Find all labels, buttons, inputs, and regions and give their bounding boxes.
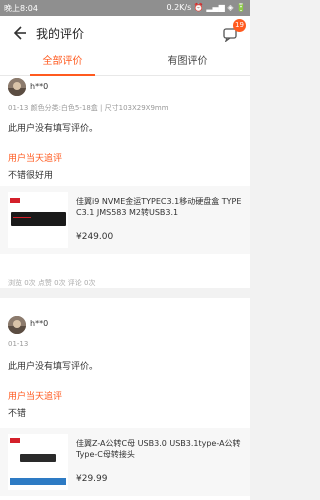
product-price: ¥249.00 xyxy=(76,232,114,242)
review-stats: 浏览 0次 点赞 0次 评论 0次 xyxy=(8,279,96,287)
message-button[interactable]: 19 xyxy=(222,19,246,44)
back-button[interactable] xyxy=(10,24,28,42)
product-price: ¥29.99 xyxy=(76,474,108,484)
review-card: h**0 01-13 颜色分类:白色5-18盒 | 尺寸103X29X9mm 此… xyxy=(0,76,250,288)
followup-text: 不错很好用 xyxy=(8,171,54,181)
user-photo-icon xyxy=(8,316,26,334)
username: h**0 xyxy=(30,82,49,91)
usb-adapter-icon xyxy=(8,434,68,490)
product-name: 佳翼i9 NVME金运TYPEC3.1移动硬盘盒 TYPE C3.1 JMS58… xyxy=(76,197,242,217)
review-tabs: 全部评价 有图评价 xyxy=(0,50,250,76)
review-text: 此用户没有填写评价。 xyxy=(8,124,99,134)
followup-text: 不错 xyxy=(8,409,27,419)
followup-title: 用户当天追评 xyxy=(8,154,63,164)
tab-label: 有图评价 xyxy=(167,56,208,67)
page-title: 我的评价 xyxy=(36,27,85,41)
app-header: 我的评价 19 xyxy=(0,16,250,50)
review-meta: 01-13 xyxy=(8,340,29,348)
message-badge: 19 xyxy=(233,19,246,32)
product-image xyxy=(8,434,68,490)
followup-title: 用户当天追评 xyxy=(8,392,63,402)
tab-all-reviews[interactable]: 全部评价 xyxy=(0,50,125,76)
ssd-enclosure-icon xyxy=(8,192,68,248)
avatar[interactable] xyxy=(8,78,26,96)
username: h**0 xyxy=(30,319,49,328)
tab-label: 全部评价 xyxy=(42,56,83,67)
user-photo-icon xyxy=(8,78,26,96)
review-meta: 01-13 颜色分类:白色5-18盒 | 尺寸103X29X9mm xyxy=(8,104,169,112)
product-image xyxy=(8,192,68,248)
status-time: 晚上8:04 xyxy=(4,4,38,13)
review-text: 此用户没有填写评价。 xyxy=(8,362,99,372)
avatar[interactable] xyxy=(8,316,26,334)
status-bar: 晚上8:04 0.2K/s ⏰ ▂▄▆ ◈ 🔋 xyxy=(0,0,250,16)
review-card: h**0 01-13 此用户没有填写评价。 用户当天追评 不错 佳翼Z-A公转C… xyxy=(0,298,250,500)
product-name: 佳翼Z-A公转C母 USB3.0 USB3.1type-A公转Type-C母转接… xyxy=(76,439,241,459)
product-link[interactable]: 佳翼i9 NVME金运TYPEC3.1移动硬盘盒 TYPE C3.1 JMS58… xyxy=(0,186,250,254)
status-indicators: 0.2K/s ⏰ ▂▄▆ ◈ 🔋 xyxy=(166,3,246,12)
tab-photo-reviews[interactable]: 有图评价 xyxy=(125,50,250,76)
arrow-left-icon xyxy=(13,26,26,40)
product-link[interactable]: 佳翼Z-A公转C母 USB3.0 USB3.1type-A公转Type-C母转接… xyxy=(0,428,250,496)
